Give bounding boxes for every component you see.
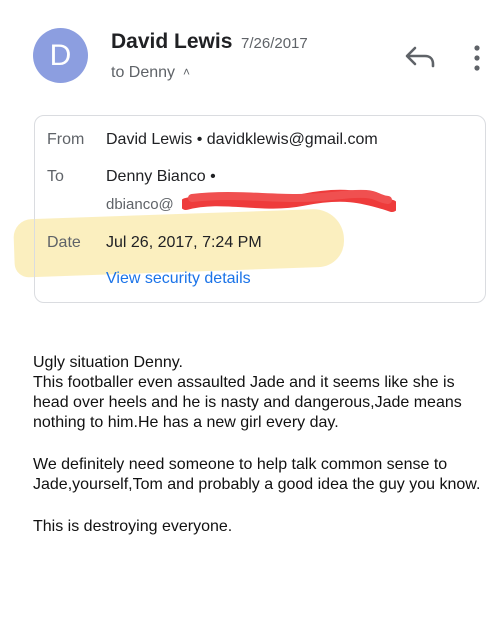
body-line: Ugly situation Denny. (33, 354, 183, 371)
sender-name: David Lewis (111, 30, 233, 53)
avatar: D (33, 28, 88, 83)
view-security-details-link[interactable]: View security details (106, 270, 251, 288)
date-label: Date (47, 234, 81, 251)
email-date: 7/26/2017 (241, 35, 308, 52)
from-value: David Lewis • davidklewis@gmail.com (106, 131, 378, 148)
reply-icon[interactable] (403, 42, 437, 72)
recipient-summary[interactable]: to Denny ˄ (111, 64, 190, 82)
more-vert-icon[interactable] (470, 44, 484, 72)
body-paragraph: We definitely need someone to help talk … (33, 456, 481, 493)
chevron-up-icon[interactable]: ˄ (183, 65, 190, 79)
body-line: This footballer even assaulted Jade and … (33, 374, 462, 431)
body-paragraph: This is destroying everyone. (33, 518, 233, 535)
to-label: To (47, 168, 64, 185)
to-value: Denny Bianco • (106, 168, 216, 185)
date-value: Jul 26, 2017, 7:24 PM (106, 234, 262, 251)
avatar-initial: D (49, 38, 72, 72)
to-email: dbianco@ (106, 196, 174, 213)
from-label: From (47, 131, 85, 148)
redaction-mark (182, 189, 396, 212)
email-body: Ugly situation Denny. This footballer ev… (33, 353, 489, 559)
recipient-summary-text: to Denny (111, 64, 176, 81)
